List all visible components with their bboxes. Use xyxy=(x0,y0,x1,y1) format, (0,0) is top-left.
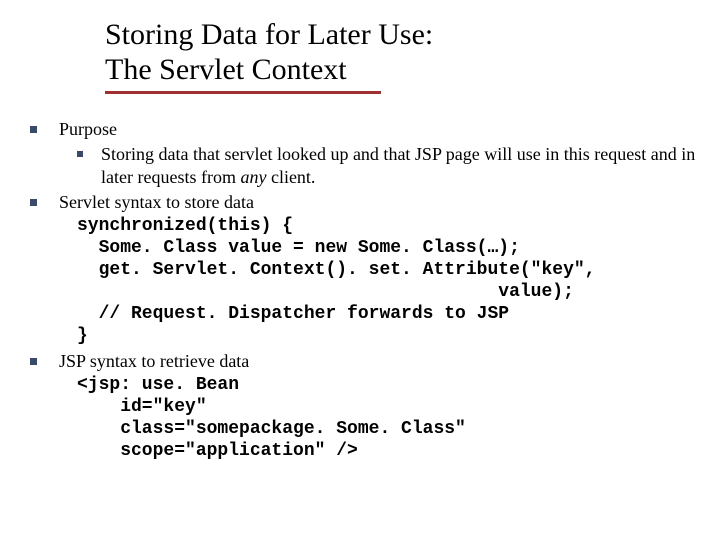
square-bullet-icon xyxy=(77,151,83,157)
square-bullet-icon xyxy=(30,199,37,206)
slide-title-block: Storing Data for Later Use: The Servlet … xyxy=(105,18,433,94)
section-heading: Servlet syntax to store data xyxy=(59,192,254,212)
bullet-servlet-syntax: Servlet syntax to store data synchronize… xyxy=(30,191,700,348)
bullet-purpose: Purpose Storing data that servlet looked… xyxy=(30,118,700,189)
slide-body: Purpose Storing data that servlet looked… xyxy=(30,118,700,465)
square-bullet-icon xyxy=(30,358,37,365)
slide: Storing Data for Later Use: The Servlet … xyxy=(0,0,720,540)
slide-title-line1: Storing Data for Later Use: xyxy=(105,18,433,53)
sub-bullet-text: Storing data that servlet looked up and … xyxy=(101,143,700,189)
bullet-jsp-syntax: JSP syntax to retrieve data <jsp: use. B… xyxy=(30,350,700,463)
square-bullet-icon xyxy=(30,126,37,133)
code-block-jsp: <jsp: use. Bean id="key" class="somepack… xyxy=(77,375,700,463)
title-underline xyxy=(105,91,381,94)
code-block-servlet: synchronized(this) { Some. Class value =… xyxy=(77,216,700,348)
slide-title-line2: The Servlet Context xyxy=(105,53,433,88)
section-heading: JSP syntax to retrieve data xyxy=(59,351,249,371)
section-heading: Purpose xyxy=(59,119,117,139)
sub-bullet-purpose: Storing data that servlet looked up and … xyxy=(77,143,700,189)
